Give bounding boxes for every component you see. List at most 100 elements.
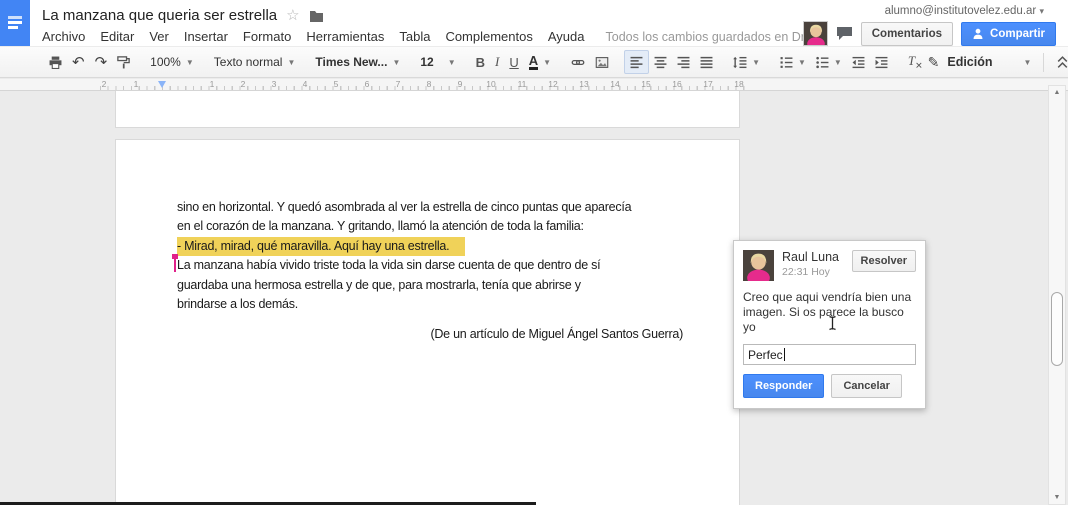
collaborator-cursor: [174, 258, 176, 272]
insert-image-button[interactable]: [590, 50, 614, 74]
mode-select[interactable]: Edición: [947, 55, 992, 69]
align-right-icon: [677, 56, 690, 69]
text-line: sino en horizontal. Y quedó asombrada al…: [177, 198, 687, 217]
header: La manzana que queria ser estrella ☆ Arc…: [0, 0, 1068, 46]
font-select[interactable]: Times New... ▼: [310, 50, 405, 74]
account-menu[interactable]: alumno@institutovelez.edu.ar ▾: [885, 5, 1044, 17]
print-button[interactable]: [44, 50, 67, 74]
font-size-value: 12: [420, 55, 433, 69]
reply-button[interactable]: Responder: [743, 374, 824, 398]
bold-button[interactable]: B: [471, 50, 490, 74]
align-center-icon: [654, 56, 667, 69]
menu-item[interactable]: Ver: [149, 29, 169, 44]
menu-item[interactable]: Herramientas: [306, 29, 384, 44]
star-icon[interactable]: ☆: [286, 8, 299, 23]
clear-formatting-button[interactable]: T✕: [903, 50, 928, 74]
image-icon: [595, 56, 609, 69]
highlight-text: - Mirad, mirad, qué maravilla. Aquí hay …: [177, 237, 465, 256]
indent-marker[interactable]: [158, 81, 166, 88]
scroll-down-icon[interactable]: ▼: [1049, 494, 1065, 501]
italic-icon: I: [495, 54, 499, 70]
line-spacing-button[interactable]: ▼: [728, 50, 765, 74]
bulleted-list-button[interactable]: ▼: [811, 50, 847, 74]
ruler-number: 1: [210, 79, 215, 89]
menu-item[interactable]: Insertar: [184, 29, 228, 44]
scroll-up-icon[interactable]: ▲: [1049, 89, 1065, 96]
comment-bubble-icon[interactable]: [836, 26, 853, 41]
vertical-scrollbar[interactable]: ▲ ▼: [1048, 85, 1066, 505]
ruler-number: 11: [518, 79, 527, 89]
save-status[interactable]: Todos los cambios guardados en Drive: [606, 30, 821, 44]
cancel-button[interactable]: Cancelar: [831, 374, 901, 398]
collaborator-avatar[interactable]: [803, 21, 828, 46]
menu-item[interactable]: Complementos: [445, 29, 532, 44]
paragraph-style-select[interactable]: Texto normal ▼: [209, 50, 301, 74]
scrollbar-thumb[interactable]: [1051, 292, 1063, 366]
share-person-icon: [972, 28, 984, 40]
text-caret: [784, 348, 785, 361]
text-line: brindarse a los demás.: [177, 295, 687, 314]
justify-button[interactable]: [695, 50, 718, 74]
align-right-button[interactable]: [672, 50, 695, 74]
reply-input[interactable]: Perfec: [743, 344, 916, 365]
ruler: 2 1 1 2 3 4 5 6 7 8 9 10: [0, 79, 1068, 91]
comments-button[interactable]: Comentarios: [861, 22, 953, 46]
chevron-down-icon: ▼: [287, 58, 295, 67]
text-color-icon: A: [529, 54, 538, 71]
ruler-number: 9: [458, 79, 463, 89]
chevron-down-icon: ▾: [1039, 6, 1044, 16]
ruler-number: 16: [672, 79, 681, 89]
ruler-number: 6: [365, 79, 370, 89]
text-line: La manzana había vivido triste toda la v…: [177, 256, 687, 275]
docs-home-button[interactable]: [0, 0, 30, 46]
comment-author-name: Raul Luna: [782, 250, 852, 264]
zoom-select[interactable]: 100% ▼: [145, 50, 199, 74]
page-current[interactable]: sino en horizontal. Y quedó asombrada al…: [115, 139, 740, 505]
numbered-list-icon: [780, 56, 793, 69]
comment-timestamp: 22:31 Hoy: [782, 266, 852, 278]
menu-item[interactable]: Archivo: [42, 29, 85, 44]
underline-icon: U: [509, 55, 518, 70]
comment-thread: Raul Luna 22:31 Hoy Resolver Creo que aq…: [733, 240, 926, 409]
font-size-select[interactable]: 12 ▼: [415, 50, 460, 74]
undo-button[interactable]: ↶: [67, 50, 90, 74]
menu-item[interactable]: Editar: [100, 29, 134, 44]
chevron-down-icon: ▼: [392, 58, 400, 67]
numbered-list-button[interactable]: ▼: [775, 50, 811, 74]
folder-icon[interactable]: [309, 9, 324, 22]
ruler-number: 2: [241, 79, 246, 89]
underline-button[interactable]: U: [504, 50, 523, 74]
document-title[interactable]: La manzana que queria ser estrella: [42, 7, 277, 24]
docs-logo-icon: [7, 14, 23, 32]
text-color-button[interactable]: A ▼: [524, 50, 556, 74]
resolve-button[interactable]: Resolver: [852, 250, 916, 272]
document-text: sino en horizontal. Y quedó asombrada al…: [177, 198, 687, 345]
decrease-indent-button[interactable]: [847, 50, 870, 74]
italic-button[interactable]: I: [490, 50, 504, 74]
justify-icon: [700, 56, 713, 69]
print-icon: [49, 56, 62, 69]
align-left-button[interactable]: [624, 50, 649, 74]
redo-button[interactable]: ↷: [90, 50, 113, 74]
paint-format-button[interactable]: [112, 50, 135, 74]
ruler-number: 10: [486, 79, 495, 89]
menu-item[interactable]: Formato: [243, 29, 291, 44]
page-previous[interactable]: [115, 91, 740, 128]
clear-formatting-icon: T✕: [908, 53, 923, 72]
avatar-image: [804, 22, 828, 46]
ruler-number: 5: [334, 79, 339, 89]
chevron-down-icon[interactable]: ▼: [1024, 58, 1032, 67]
increase-indent-button[interactable]: [870, 50, 893, 74]
ruler-number: 7: [396, 79, 401, 89]
insert-link-button[interactable]: [566, 50, 590, 74]
share-button[interactable]: Compartir: [961, 22, 1056, 46]
menu-item[interactable]: Tabla: [399, 29, 430, 44]
highlighted-line: - Mirad, mirad, qué maravilla. Aquí hay …: [177, 237, 687, 256]
ibeam-mouse-cursor: [828, 315, 837, 331]
paint-roller-icon: [117, 56, 130, 69]
collapse-toolbar-icon[interactable]: [1056, 55, 1068, 69]
increase-indent-icon: [875, 56, 888, 69]
menu-item[interactable]: Ayuda: [548, 29, 585, 44]
decrease-indent-icon: [852, 56, 865, 69]
align-center-button[interactable]: [649, 50, 672, 74]
